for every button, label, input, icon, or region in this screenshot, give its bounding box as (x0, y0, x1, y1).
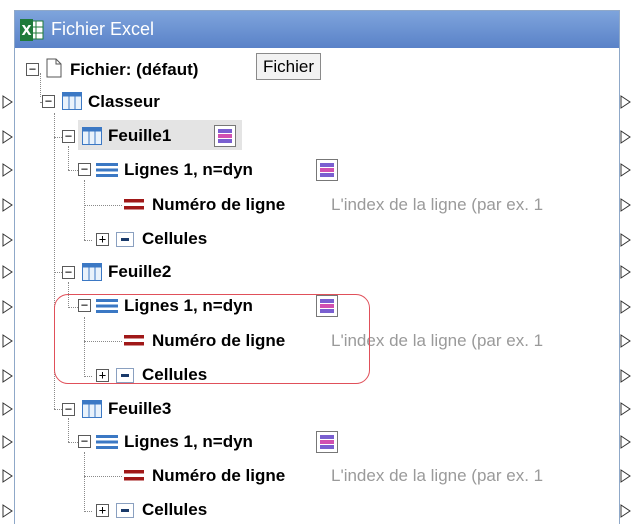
file-label: Fichier: (défaut) (70, 60, 199, 79)
document-icon (46, 58, 62, 78)
input-connector[interactable] (2, 265, 14, 279)
rows-label: Lignes 1, n=dyn (124, 160, 253, 179)
cells-icon (116, 503, 134, 518)
collapse-toggle[interactable]: − (42, 95, 55, 108)
row-number-label: Numéro de ligne (152, 195, 286, 214)
input-connector[interactable] (2, 198, 14, 212)
output-connector[interactable] (620, 469, 632, 483)
input-connector[interactable] (2, 504, 14, 518)
tree-row-rows[interactable]: − Lignes 1, n=dyn (20, 156, 620, 186)
output-connector[interactable] (620, 233, 632, 247)
cells-icon (116, 232, 134, 247)
cells-label: Cellules (142, 229, 208, 248)
output-connector[interactable] (620, 95, 632, 109)
output-connector[interactable] (620, 163, 632, 177)
output-connector[interactable] (620, 265, 632, 279)
tree-row-row-number[interactable]: Numéro de ligne L'index de la ligne (par… (20, 191, 620, 221)
input-connector[interactable] (2, 233, 14, 247)
input-connector[interactable] (2, 469, 14, 483)
sheet-label: Feuille3 (108, 399, 172, 418)
collapse-toggle[interactable]: − (78, 435, 91, 448)
table-icon (82, 263, 102, 281)
row-number-label: Numéro de ligne (152, 466, 286, 485)
tree-row-sheet[interactable]: − Feuille2 (20, 258, 620, 288)
rows-label: Lignes 1, n=dyn (124, 432, 253, 451)
input-connector[interactable] (2, 95, 14, 109)
output-connector[interactable] (620, 435, 632, 449)
tree-row-cells[interactable]: + Cellules (20, 496, 620, 524)
output-connector[interactable] (620, 334, 632, 348)
table-icon (82, 127, 102, 145)
tree-row-sheet[interactable]: − Feuille1 (20, 120, 620, 152)
expand-toggle[interactable]: + (96, 504, 109, 517)
tree-row-row-number[interactable]: Numéro de ligne L'index de la ligne (par… (20, 462, 620, 492)
output-connector[interactable] (620, 402, 632, 416)
options-icon[interactable] (214, 125, 236, 147)
output-connector[interactable] (620, 130, 632, 144)
collapse-toggle[interactable]: − (78, 163, 91, 176)
input-connector[interactable] (2, 163, 14, 177)
rows-icon (96, 163, 118, 177)
file-select-button[interactable]: Fichier (256, 53, 322, 80)
sheet-label: Feuille1 (108, 126, 172, 145)
options-icon[interactable] (316, 159, 338, 181)
workbook-label: Classeur (88, 92, 160, 111)
table-icon (82, 400, 102, 418)
output-connector[interactable] (620, 504, 632, 518)
tree-row-cells[interactable]: + Cellules (20, 225, 620, 255)
input-connector[interactable] (2, 130, 14, 144)
collapse-toggle[interactable]: − (26, 63, 39, 76)
output-connector[interactable] (620, 198, 632, 212)
component-title: Fichier Excel (51, 19, 155, 39)
collapse-toggle[interactable]: − (62, 266, 75, 279)
input-connector[interactable] (2, 334, 14, 348)
sheet-label: Feuille2 (108, 262, 172, 281)
input-connector[interactable] (2, 300, 14, 314)
collapse-toggle[interactable]: − (62, 403, 75, 416)
row-number-icon (124, 199, 144, 210)
row-number-description: L'index de la ligne (par ex. 1 (331, 195, 544, 214)
tree-row-file[interactable]: − Fichier: (défaut) Fichier (20, 53, 620, 86)
options-icon[interactable] (316, 431, 338, 453)
row-number-icon (124, 470, 144, 481)
excel-file-icon: X (20, 19, 44, 41)
expand-toggle[interactable]: + (96, 233, 109, 246)
output-connector[interactable] (620, 300, 632, 314)
highlight-box (54, 294, 370, 384)
tree-row-rows[interactable]: − Lignes 1, n=dyn (20, 428, 620, 458)
tree-row-workbook[interactable]: − Classeur (20, 88, 620, 118)
cells-label: Cellules (142, 500, 208, 519)
input-connector[interactable] (2, 435, 14, 449)
component-title-bar[interactable]: X Fichier Excel (15, 11, 619, 48)
svg-text:X: X (21, 24, 31, 39)
input-connector[interactable] (2, 402, 14, 416)
collapse-toggle[interactable]: − (62, 130, 75, 143)
row-number-description: L'index de la ligne (par ex. 1 (331, 466, 544, 485)
tree-row-sheet[interactable]: − Feuille3 (20, 395, 620, 425)
input-connector[interactable] (2, 369, 14, 383)
output-connector[interactable] (620, 369, 632, 383)
table-icon (62, 92, 82, 110)
rows-icon (96, 435, 118, 449)
